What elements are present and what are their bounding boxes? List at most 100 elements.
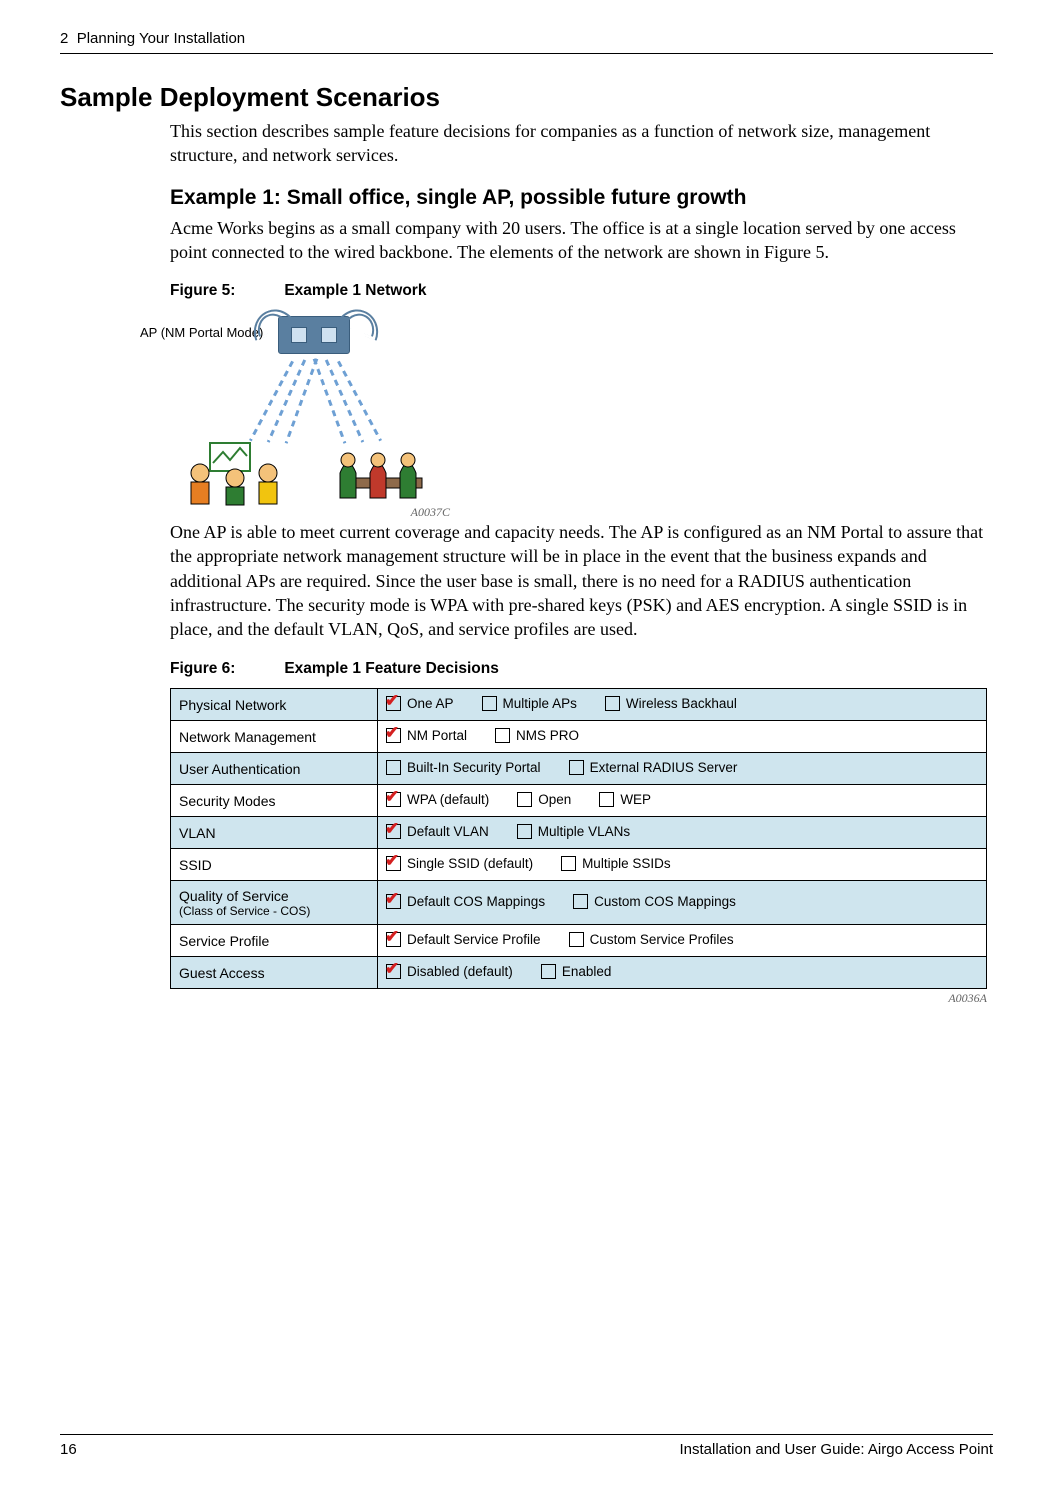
feature-option-label: Disabled (default) [407,964,513,979]
checkbox-checked-icon [386,932,401,947]
feature-option: Enabled [541,964,612,979]
feature-row-options: WPA (default) Open WEP [378,784,987,816]
feature-row-label: VLAN [171,816,378,848]
table-row: Quality of Service(Class of Service - CO… [171,880,987,924]
feature-option-label: Default Service Profile [407,932,541,947]
feature-option: NMS PRO [495,728,579,743]
intro-paragraph: This section describes sample feature de… [170,119,987,168]
table-row: User AuthenticationBuilt-In Security Por… [171,752,987,784]
table-row: VLAN Default VLAN Multiple VLANs [171,816,987,848]
checkbox-empty-icon [386,760,401,775]
ap-mode-label: AP (NM Portal Mode) [140,325,263,340]
feature-option-label: External RADIUS Server [590,760,738,775]
feature-row-sublabel: (Class of Service - COS) [179,904,369,918]
feature-option-label: Enabled [562,964,612,979]
checkbox-empty-icon [569,760,584,775]
user-group-icon [180,438,290,508]
example1-para1: Acme Works begins as a small company wit… [170,216,987,265]
feature-row-label: Security Modes [171,784,378,816]
feature-option: External RADIUS Server [569,760,738,775]
feature-row-options: Single SSID (default) Multiple SSIDs [378,848,987,880]
example1-heading: Example 1: Small office, single AP, poss… [170,186,987,210]
running-header: 2 Planning Your Installation [60,30,993,54]
checkbox-empty-icon [541,964,556,979]
checkbox-checked-icon [386,792,401,807]
feature-decision-table: Physical Network One AP Multiple APs Wirele… [170,688,987,989]
feature-row-label: Network Management [171,720,378,752]
table-row: SSID Single SSID (default) Multiple SSIDs [171,848,987,880]
feature-option: Disabled (default) [386,964,513,979]
checkbox-checked-icon [386,964,401,979]
feature-option-label: Open [538,792,571,807]
figure6-code: A0036A [170,991,987,1006]
checkbox-empty-icon [517,824,532,839]
feature-option-label: WEP [620,792,651,807]
table-row: Physical Network One AP Multiple APs Wirele… [171,688,987,720]
chapter-title: Planning Your Installation [77,30,245,47]
feature-row-label: Service Profile [171,924,378,956]
feature-option: Multiple APs [482,696,577,711]
section-heading: Sample Deployment Scenarios [60,82,993,113]
checkbox-checked-icon [386,728,401,743]
checkbox-empty-icon [605,696,620,711]
feature-option-label: NMS PRO [516,728,579,743]
table-row: Service Profile Default Service Profile Cu… [171,924,987,956]
signal-beam-icon [285,358,319,444]
feature-option: Multiple VLANs [517,824,630,839]
feature-option-label: Multiple SSIDs [582,856,671,871]
feature-option: Single SSID (default) [386,856,533,871]
feature-option: Custom Service Profiles [569,932,734,947]
figure5-caption: Figure 5: Example 1 Network [170,282,987,300]
checkbox-checked-icon [386,894,401,909]
feature-row-label: Guest Access [171,956,378,988]
feature-option: One AP [386,696,454,711]
feature-option: WEP [599,792,651,807]
doc-title: Installation and User Guide: Airgo Acces… [679,1441,993,1458]
feature-row-options: NM Portal NMS PRO [378,720,987,752]
checkbox-empty-icon [517,792,532,807]
feature-option-label: Custom COS Mappings [594,894,736,909]
table-row: Security Modes WPA (default) Open WEP [171,784,987,816]
table-row: Network Management NM Portal NMS PRO [171,720,987,752]
feature-row-label: Quality of Service(Class of Service - CO… [171,880,378,924]
feature-row-options: Default COS Mappings Custom COS Mappings [378,880,987,924]
feature-option: Multiple SSIDs [561,856,671,871]
feature-option-label: Default VLAN [407,824,489,839]
feature-option: Open [517,792,571,807]
figure5-title: Example 1 Network [284,282,426,299]
feature-option-label: Single SSID (default) [407,856,533,871]
feature-row-options: Built-In Security Portal External RADIUS … [378,752,987,784]
feature-row-label: User Authentication [171,752,378,784]
feature-row-options: Default VLAN Multiple VLANs [378,816,987,848]
feature-row-label: Physical Network [171,688,378,720]
figure6-caption: Figure 6: Example 1 Feature Decisions [170,660,987,678]
feature-option-label: One AP [407,696,454,711]
checkbox-empty-icon [495,728,510,743]
feature-option: Default COS Mappings [386,894,545,909]
feature-row-options: Default Service Profile Custom Service Pr… [378,924,987,956]
checkbox-checked-icon [386,856,401,871]
page-footer: 16 Installation and User Guide: Airgo Ac… [60,1434,993,1458]
checkbox-empty-icon [482,696,497,711]
checkbox-empty-icon [561,856,576,871]
checkbox-empty-icon [599,792,614,807]
feature-option-label: NM Portal [407,728,467,743]
table-row: Guest Access Disabled (default) Enabled [171,956,987,988]
feature-option-label: Multiple APs [503,696,577,711]
figure5-diagram: AP (NM Portal Mode) [140,310,480,520]
example1-para2: One AP is able to meet current coverage … [170,520,987,641]
feature-row-options: One AP Multiple APs Wireless Backhaul [378,688,987,720]
feature-option-label: Built-In Security Portal [407,760,541,775]
figure5-code: A0037C [411,505,450,520]
checkbox-checked-icon [386,824,401,839]
feature-option: Custom COS Mappings [573,894,736,909]
feature-option-label: WPA (default) [407,792,489,807]
figure5-number: Figure 5: [170,282,280,300]
chapter-number: 2 [60,30,68,47]
feature-option: Wireless Backhaul [605,696,737,711]
checkbox-empty-icon [569,932,584,947]
feature-row-label: SSID [171,848,378,880]
feature-option-label: Wireless Backhaul [626,696,737,711]
page-number: 16 [60,1441,77,1458]
feature-option-label: Custom Service Profiles [590,932,734,947]
